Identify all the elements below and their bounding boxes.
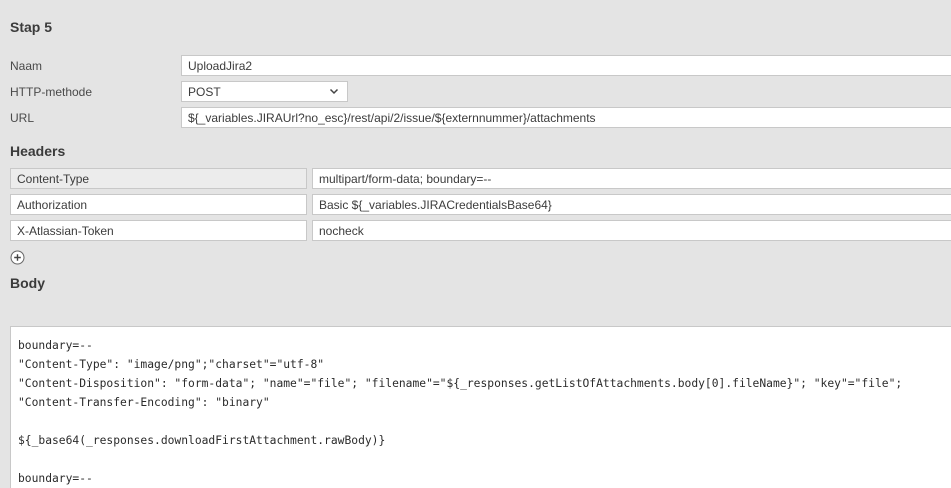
header-key-input[interactable]: Content-Type bbox=[10, 168, 307, 189]
code-line: ${_base64(_responses.downloadFirstAttach… bbox=[18, 434, 386, 447]
http-method-label: HTTP-methode bbox=[10, 85, 93, 99]
header-value-input[interactable]: Basic ${_variables.JIRACredentialsBase64… bbox=[312, 194, 951, 215]
chevron-down-icon bbox=[329, 88, 339, 95]
body-editor[interactable]: boundary=-- "Content-Type": "image/png";… bbox=[10, 326, 951, 488]
header-value-input[interactable]: multipart/form-data; boundary=-- bbox=[312, 168, 951, 189]
url-label: URL bbox=[10, 111, 35, 125]
code-line: "Content-Type": "image/png";"charset"="u… bbox=[18, 358, 325, 371]
name-input[interactable]: UploadJira2 bbox=[181, 55, 951, 76]
header-key-input[interactable]: X-Atlassian-Token bbox=[10, 220, 307, 241]
code-line: "Content-Disposition": "form-data"; "nam… bbox=[18, 377, 903, 390]
code-line: boundary=-- bbox=[18, 339, 93, 352]
name-label: Naam bbox=[10, 59, 43, 73]
header-value-input[interactable]: nocheck bbox=[312, 220, 951, 241]
plus-circle-icon[interactable] bbox=[10, 250, 25, 265]
body-title: Body bbox=[10, 275, 45, 291]
step-title: Stap 5 bbox=[10, 19, 53, 35]
code-line: boundary=-- bbox=[18, 472, 93, 485]
http-method-value: POST bbox=[188, 85, 221, 99]
headers-title: Headers bbox=[10, 143, 66, 159]
code-line: "Content-Transfer-Encoding": "binary" bbox=[18, 396, 270, 409]
header-key-input[interactable]: Authorization bbox=[10, 194, 307, 215]
url-input[interactable]: ${_variables.JIRAUrl?no_esc}/rest/api/2/… bbox=[181, 107, 951, 128]
http-method-select[interactable]: POST bbox=[181, 81, 348, 102]
